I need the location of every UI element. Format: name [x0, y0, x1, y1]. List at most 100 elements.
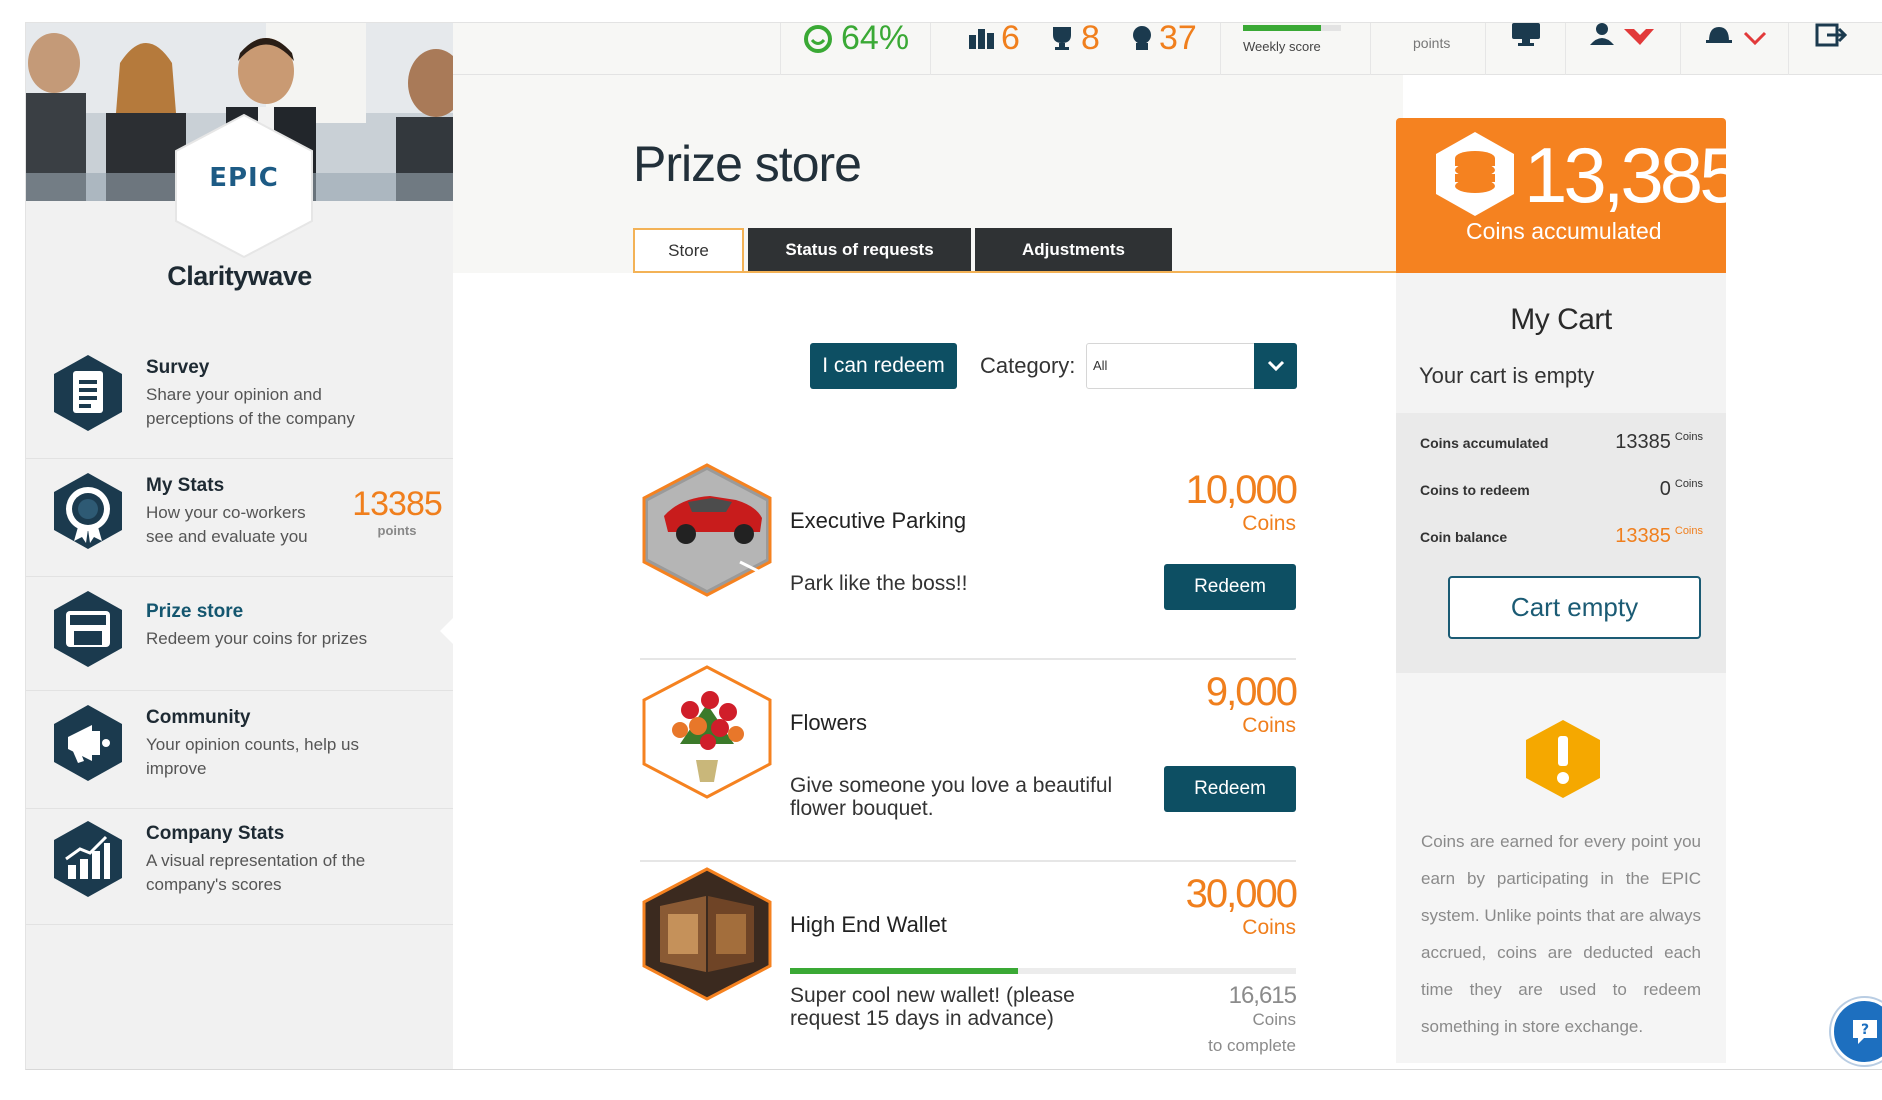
page-title: Prize store	[633, 136, 862, 192]
sidebar: EPIC Claritywave Survey Share your opini…	[26, 23, 454, 1069]
sidebar-item-desc: Share your opinion and perceptions of th…	[146, 385, 355, 428]
megaphone-icon	[54, 705, 122, 781]
monitor-icon	[1512, 23, 1540, 46]
my-cart: My Cart Your cart is empty Coins accumul…	[1396, 273, 1726, 673]
tab-underline	[633, 271, 1403, 273]
coins-accumulated-panel: 13,385 Coins accumulated	[1396, 118, 1743, 273]
help-chat-button[interactable]: ?	[1831, 998, 1882, 1065]
stat-a: 6	[1001, 22, 1020, 57]
warning-icon	[1526, 720, 1600, 798]
sidebar-item-community[interactable]: Community Your opinion counts, help us i…	[26, 693, 453, 809]
store-icon	[54, 591, 122, 667]
logout-icon	[1815, 23, 1848, 47]
product-cost: 10,000	[1185, 468, 1298, 512]
remaining-label: to complete	[1208, 1036, 1296, 1055]
chart-icon	[54, 821, 122, 897]
my-stats-points-unit: points	[377, 523, 417, 538]
cart-empty-button[interactable]: Cart empty	[1448, 576, 1701, 639]
participation-stat[interactable]: 64%	[780, 23, 930, 75]
category-select[interactable]: All	[1086, 343, 1297, 389]
sidebar-item-title: Prize store	[146, 601, 244, 622]
info-text: Coins are earned for every point you ear…	[1421, 832, 1701, 1036]
cart-title: My Cart	[1510, 303, 1612, 336]
sidebar-item-title: My Stats	[146, 475, 225, 496]
medal-icon	[1133, 26, 1151, 50]
redeem-button[interactable]: Redeem	[1164, 766, 1296, 812]
category-label: Category:	[980, 353, 1076, 378]
product-cost: 9,000	[1205, 670, 1298, 714]
cart-row-value: 13385 Coins	[1615, 525, 1703, 547]
notifications-button[interactable]	[1680, 23, 1788, 75]
page-header: Prize store Store Status of requests Adj…	[453, 75, 1403, 273]
cart-row-value: 0 Coins	[1659, 478, 1703, 500]
product-cost-unit: Coins	[1242, 512, 1296, 535]
company-name: Claritywave	[167, 261, 312, 291]
wallet-image	[642, 867, 772, 1001]
user-alert-icon	[1590, 23, 1654, 45]
achievements-stat[interactable]: 6 8 37	[930, 23, 1220, 75]
my-stats-points: 13385	[352, 485, 443, 523]
bell-icon	[1706, 27, 1767, 46]
cart-row-label: Coins to redeem	[1420, 482, 1530, 498]
sidebar-item-desc: A visual representation of the company's…	[146, 851, 366, 894]
cart-summary: Coins accumulated 13385 Coins Coins to re…	[1396, 413, 1726, 673]
tab-store[interactable]: Store	[633, 228, 744, 271]
product-card: High End Wallet Super cool new wallet! (…	[640, 862, 1298, 1064]
total-points[interactable]: points	[1370, 23, 1485, 75]
coins-icon	[1436, 132, 1514, 216]
trophy-icon	[1053, 27, 1071, 50]
remaining-unit: Coins	[1252, 1010, 1296, 1029]
flowers-image	[642, 665, 772, 799]
remaining-coins: 16,615	[1228, 982, 1297, 1009]
category-value: All	[1093, 358, 1108, 373]
help-icon: ?	[1852, 1019, 1877, 1044]
points-label: points	[1413, 35, 1451, 51]
sidebar-item-prize-store[interactable]: Prize store Redeem your coins for prizes	[26, 579, 454, 691]
cart-row-accumulated: Coins accumulated 13385 Coins	[1420, 431, 1703, 453]
sidebar-item-company-stats[interactable]: Company Stats A visual representation of…	[26, 809, 453, 925]
chevron-down-icon[interactable]	[1254, 343, 1297, 389]
product-card: Executive Parking Park like the boss!! 1…	[640, 458, 1298, 660]
sidebar-item-title: Community	[146, 707, 251, 728]
cart-row-label: Coin balance	[1420, 529, 1508, 545]
weekly-score[interactable]: Weekly score	[1220, 23, 1370, 75]
logout-button[interactable]	[1788, 23, 1882, 75]
product-card: Flowers Give someone you love a beautifu…	[640, 660, 1298, 862]
product-name: Flowers	[790, 710, 868, 735]
participation-percent: 64%	[841, 22, 910, 57]
sidebar-item-desc: Your opinion counts, help us improve	[146, 735, 359, 778]
sidebar-item-my-stats[interactable]: My Stats How your co-workers see and eva…	[26, 461, 453, 577]
bar-icon	[969, 29, 994, 49]
sidebar-item-survey[interactable]: Survey Share your opinion and perception…	[26, 343, 453, 459]
product-desc: Park like the boss!!	[790, 572, 968, 595]
top-bar: 64% 6 8 37 Weekly score points	[453, 23, 1882, 75]
stat-c: 37	[1159, 22, 1197, 57]
app-frame: EPIC Claritywave Survey Share your opini…	[25, 22, 1882, 1070]
stat-b: 8	[1081, 22, 1100, 57]
product-desc: Give someone you love a beautiful flower…	[790, 774, 1113, 820]
epic-logo: EPIC	[168, 111, 320, 261]
sidebar-item-desc: Redeem your coins for prizes	[146, 629, 368, 648]
product-cost-unit: Coins	[1242, 714, 1296, 737]
cart-row-label: Coins accumulated	[1420, 435, 1549, 451]
tab-adjustments[interactable]: Adjustments	[975, 228, 1172, 271]
tab-status-of-requests[interactable]: Status of requests	[748, 228, 971, 271]
product-cost-unit: Coins	[1242, 916, 1296, 939]
cart-row-to-redeem: Coins to redeem 0 Coins	[1420, 478, 1703, 500]
survey-icon	[54, 355, 122, 431]
rosette-icon	[54, 473, 122, 549]
product-desc: Super cool new wallet! (please request 1…	[790, 984, 1075, 1030]
weekly-score-label: Weekly score	[1243, 39, 1321, 54]
monitor-button[interactable]	[1485, 23, 1565, 75]
car-image	[642, 463, 772, 597]
i-can-redeem-button[interactable]: I can redeem	[810, 343, 957, 389]
sidebar-item-desc: How your co-workers see and evaluate you	[146, 503, 308, 546]
cart-empty-text: Your cart is empty	[1419, 363, 1595, 388]
product-cost: 30,000	[1185, 872, 1298, 916]
profile-alerts-button[interactable]	[1565, 23, 1680, 75]
sidebar-item-title: Company Stats	[146, 823, 285, 844]
cart-row-balance: Coin balance 13385 Coins	[1420, 525, 1703, 547]
sidebar-item-title: Survey	[146, 357, 210, 378]
redeem-button[interactable]: Redeem	[1164, 564, 1296, 610]
product-name: High End Wallet	[790, 912, 947, 937]
